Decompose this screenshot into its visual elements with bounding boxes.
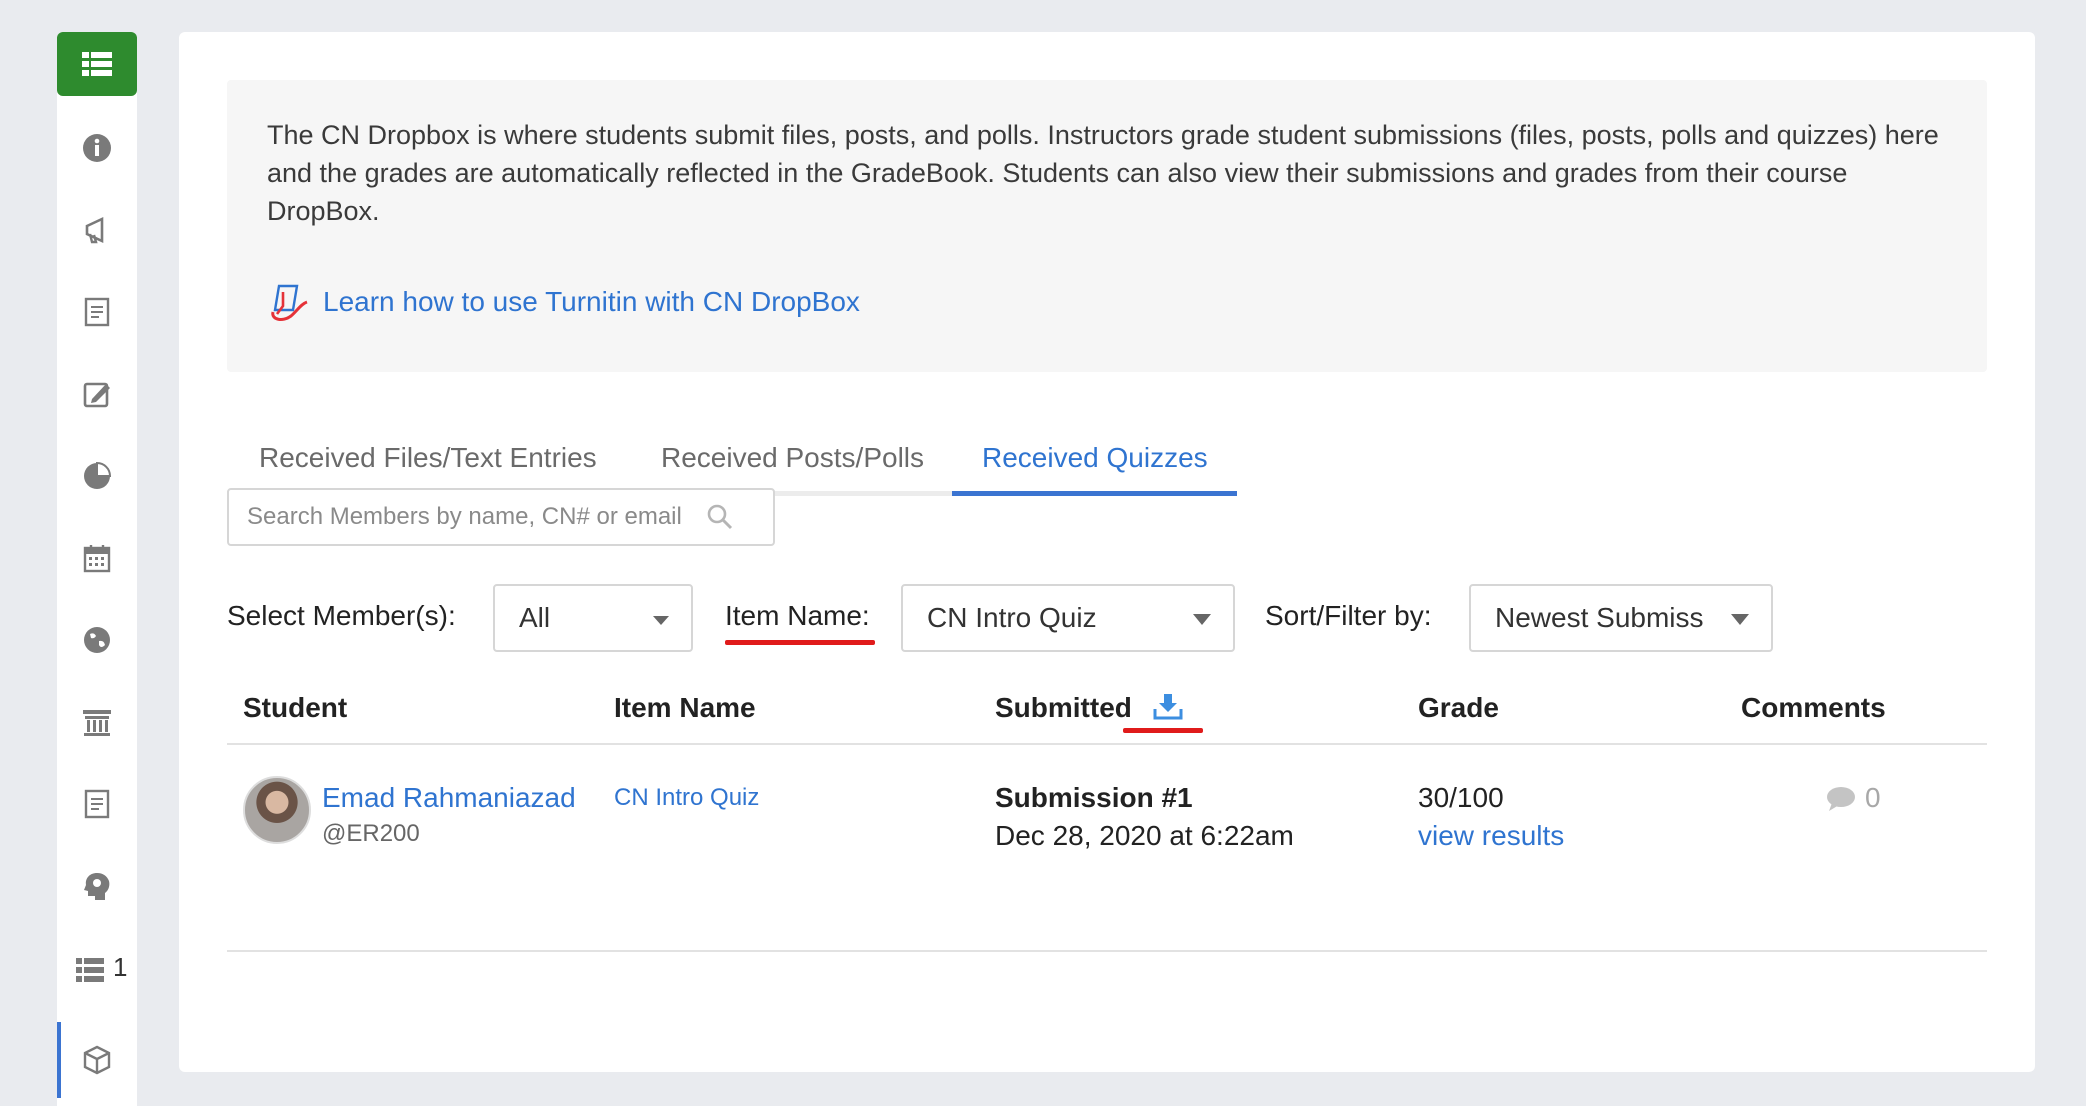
- intro-text: The CN Dropbox is where students submit …: [267, 120, 1939, 226]
- list-count-badge: 1: [113, 952, 128, 982]
- megaphone-icon: [85, 216, 104, 244]
- sidebar-item-library[interactable]: [57, 692, 137, 752]
- sidebar-item-dropbox[interactable]: [57, 1022, 137, 1098]
- turnitin-help-link[interactable]: Learn how to use Turnitin with CN DropBo…: [267, 280, 860, 324]
- sidebar-item-assignments[interactable]: [57, 364, 137, 424]
- tab-received-files[interactable]: Received Files/Text Entries: [259, 442, 597, 474]
- student-handle: @ER200: [322, 820, 420, 847]
- sidebar-item-calendar[interactable]: [57, 528, 137, 588]
- sidebar-item-web[interactable]: [57, 610, 137, 670]
- turnitin-link-label: Learn how to use Turnitin with CN DropBo…: [323, 286, 860, 317]
- intro-box: The CN Dropbox is where students submit …: [227, 80, 1987, 372]
- member-search-box: [227, 488, 775, 546]
- sidebar-item-ideas[interactable]: [57, 856, 137, 916]
- student-name-link[interactable]: Emad Rahmaniazad: [322, 782, 576, 814]
- turnitin-logo-icon: [271, 284, 308, 321]
- pie-chart-icon: [84, 461, 112, 489]
- globe-icon: [84, 627, 110, 653]
- sidebar-item-polls[interactable]: [57, 446, 137, 506]
- column-header-grade: Grade: [1418, 692, 1499, 723]
- box-icon: [83, 1045, 111, 1075]
- members-select[interactable]: All: [493, 584, 693, 652]
- sidebar-toggle-button[interactable]: [57, 32, 137, 96]
- grade-value: 30/100: [1418, 782, 1504, 813]
- tab-received-quizzes[interactable]: Received Quizzes: [982, 442, 1208, 474]
- sort-filter-select[interactable]: Newest Submiss: [1469, 584, 1773, 652]
- dropbox-panel: The CN Dropbox is where students submit …: [179, 32, 2035, 1072]
- item-name-label: Item Name:: [725, 600, 870, 631]
- column-header-submitted: Submitted: [995, 692, 1132, 723]
- column-header-student: Student: [243, 692, 348, 723]
- head-brain-icon: [84, 873, 110, 900]
- item-name-select-value: CN Intro Quiz: [927, 602, 1097, 633]
- sort-filter-label: Sort/Filter by:: [1265, 600, 1432, 631]
- sidebar-item-gradebook[interactable]: [57, 774, 137, 834]
- info-icon: [83, 134, 111, 162]
- submission-number: Submission #1: [995, 782, 1193, 813]
- column-header-comments: Comments: [1741, 692, 1886, 723]
- edit-icon: [83, 382, 110, 408]
- list-icon: [76, 958, 104, 982]
- select-members-label: Select Member(s):: [227, 600, 456, 631]
- item-name-select[interactable]: CN Intro Quiz: [901, 584, 1235, 652]
- avatar[interactable]: [243, 776, 311, 844]
- sidebar-item-announcements[interactable]: [57, 200, 137, 260]
- list-menu-icon: [82, 52, 112, 76]
- table-bottom-divider: [227, 950, 1987, 952]
- tab-received-posts-polls[interactable]: Received Posts/Polls: [661, 442, 924, 474]
- comment-count: 0: [1865, 782, 1881, 813]
- submission-date: Dec 28, 2020 at 6:22am: [995, 820, 1294, 851]
- sidebar-item-info[interactable]: [57, 118, 137, 178]
- sidebar: 1: [57, 32, 137, 1106]
- tab-bar: Received Files/Text Entries Received Pos…: [227, 406, 1237, 496]
- institution-icon: [83, 710, 111, 736]
- sidebar-item-notes[interactable]: [57, 282, 137, 342]
- sidebar-item-lists[interactable]: 1: [57, 940, 137, 1000]
- column-header-item-name: Item Name: [614, 692, 756, 723]
- document-icon: [84, 789, 110, 819]
- active-tab-indicator: [952, 491, 1237, 496]
- highlight-underline: [725, 640, 875, 645]
- search-icon[interactable]: [707, 504, 733, 530]
- comment-bubble-icon[interactable]: [1826, 786, 1856, 812]
- members-select-value: All: [519, 602, 551, 633]
- document-icon: [84, 297, 110, 327]
- chevron-down-icon: [1193, 614, 1211, 625]
- view-results-link[interactable]: view results: [1418, 820, 1564, 852]
- member-search-input[interactable]: [247, 503, 707, 531]
- item-name-link[interactable]: CN Intro Quiz: [614, 784, 759, 812]
- table-header-divider: [227, 743, 1987, 745]
- download-icon[interactable]: [1153, 692, 1183, 720]
- chevron-down-icon: [653, 616, 669, 625]
- sort-filter-select-value: Newest Submiss: [1495, 602, 1704, 633]
- chevron-down-icon: [1731, 614, 1749, 625]
- calendar-icon: [83, 545, 111, 573]
- highlight-underline: [1123, 728, 1203, 733]
